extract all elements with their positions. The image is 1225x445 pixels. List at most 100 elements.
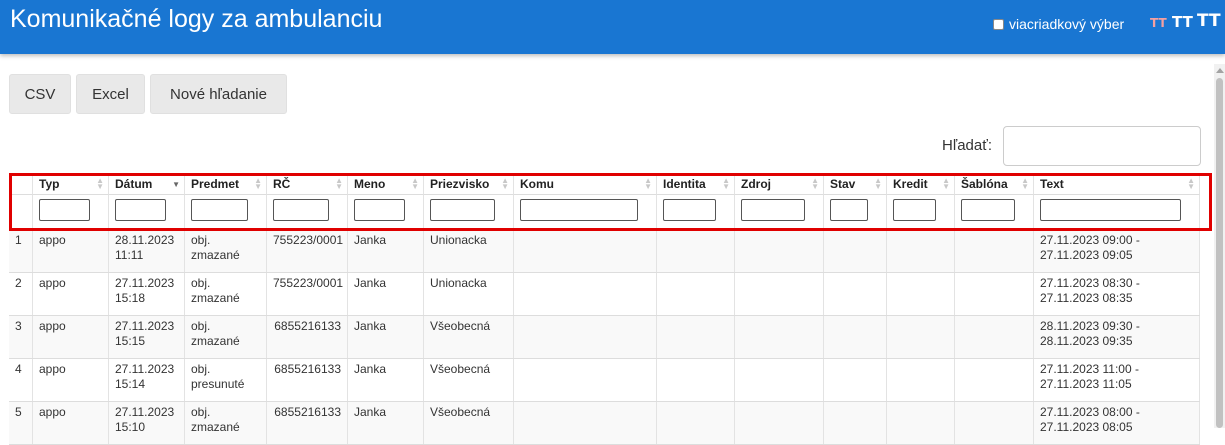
column-filter-input[interactable] bbox=[1040, 199, 1181, 221]
table-cell-typ: appo bbox=[33, 402, 109, 444]
column-header[interactable]: Identita ▲ ▼ bbox=[657, 175, 735, 195]
column-header-label: Predmet bbox=[191, 177, 240, 191]
sort-icon[interactable]: ▲ ▼ bbox=[335, 177, 343, 191]
search-input[interactable] bbox=[1003, 126, 1201, 166]
table-cell-sablona bbox=[955, 230, 1034, 272]
filter-cell bbox=[33, 195, 109, 228]
sort-icon[interactable]: ▲ ▼ bbox=[722, 177, 730, 191]
table-row[interactable]: 3 appo 27.11.2023 15:15 obj. zmazané 6855216… bbox=[9, 316, 1200, 359]
table-cell-rc: 755223/0001 bbox=[267, 230, 348, 272]
table-cell-stav bbox=[824, 402, 887, 444]
sort-icon[interactable]: ▲ ▼ bbox=[942, 177, 950, 191]
table-cell-identita bbox=[657, 402, 735, 444]
column-header[interactable]: Meno ▲ ▼ bbox=[348, 175, 424, 195]
table-cell-text: 27.11.2023 08:00 - 27.11.2023 08:05 bbox=[1034, 402, 1200, 444]
table-cell-stav bbox=[824, 359, 887, 401]
table-cell-predmet: obj. zmazané bbox=[185, 316, 267, 358]
column-filter-input[interactable] bbox=[430, 199, 495, 221]
table-cell-text: 28.11.2023 09:30 - 28.11.2023 09:35 bbox=[1034, 316, 1200, 358]
sort-icon[interactable]: ▲ ▼ bbox=[811, 177, 819, 191]
column-header[interactable]: RČ ▲ ▼ bbox=[267, 175, 348, 195]
sort-icon[interactable]: ▲ ▼ bbox=[1021, 177, 1029, 191]
page-title: Komunikačné logy za ambulanciu bbox=[10, 5, 383, 33]
excel-button[interactable]: Excel bbox=[76, 74, 145, 114]
column-header[interactable]: Typ ▲ ▼ bbox=[33, 175, 109, 195]
sort-icon[interactable]: ▲ ▼ bbox=[1187, 177, 1195, 191]
table-cell-komu bbox=[514, 230, 657, 272]
table-cell-priezvisko: Všeobecná bbox=[424, 316, 514, 358]
table-cell-rc: 755223/0001 bbox=[267, 273, 348, 315]
search-label: Hľadať: bbox=[942, 137, 993, 154]
column-header[interactable]: Dátum ▼ bbox=[109, 175, 185, 195]
column-filter-input[interactable] bbox=[741, 199, 805, 221]
sort-icon[interactable]: ▲ ▼ bbox=[254, 177, 262, 191]
table-cell-predmet: obj. zmazané bbox=[185, 273, 267, 315]
sort-desc-icon[interactable]: ▼ bbox=[172, 181, 180, 189]
column-filter-input[interactable] bbox=[354, 199, 405, 221]
multiselect-checkbox[interactable] bbox=[993, 18, 1004, 30]
table-filter-row bbox=[9, 195, 1200, 228]
column-header[interactable]: Komu ▲ ▼ bbox=[514, 175, 657, 195]
column-filter-input[interactable] bbox=[191, 199, 248, 221]
table-cell-rc: 6855216133 bbox=[267, 316, 348, 358]
column-filter-input[interactable] bbox=[663, 199, 716, 221]
column-filter-input[interactable] bbox=[830, 199, 868, 221]
column-header-label: Text bbox=[1040, 177, 1064, 191]
column-header-label: Identita bbox=[663, 177, 706, 191]
column-header[interactable]: Predmet ▲ ▼ bbox=[185, 175, 267, 195]
table-row[interactable]: 5 appo 27.11.2023 15:10 obj. zmazané 6855216… bbox=[9, 402, 1200, 445]
table-cell-kredit bbox=[887, 230, 955, 272]
column-header[interactable]: Kredit ▲ ▼ bbox=[887, 175, 955, 195]
table-cell-identita bbox=[657, 273, 735, 315]
font-size-small-icon[interactable]: TT bbox=[1150, 16, 1167, 30]
table-cell-komu bbox=[514, 359, 657, 401]
column-header-label: Kredit bbox=[893, 177, 928, 191]
table-cell-predmet: obj. zmazané bbox=[185, 230, 267, 272]
sort-icon[interactable]: ▲ ▼ bbox=[411, 177, 419, 191]
sort-icon[interactable]: ▲ ▼ bbox=[501, 177, 509, 191]
column-filter-input[interactable] bbox=[893, 199, 936, 221]
scroll-up-icon[interactable] bbox=[1216, 68, 1224, 73]
column-filter-input[interactable] bbox=[961, 199, 1015, 221]
sort-icon[interactable]: ▲ ▼ bbox=[96, 177, 104, 191]
csv-button[interactable]: CSV bbox=[9, 74, 71, 114]
table-cell-priezvisko: Všeobecná bbox=[424, 402, 514, 444]
vertical-scrollbar[interactable] bbox=[1214, 64, 1225, 428]
new-search-button[interactable]: Nové hľadanie bbox=[150, 74, 287, 114]
multiselect-toggle[interactable]: viacriadkový výber bbox=[993, 16, 1124, 32]
column-header-label: Typ bbox=[39, 177, 60, 191]
column-filter-input[interactable] bbox=[39, 199, 90, 221]
filter-cell bbox=[824, 195, 887, 228]
column-header[interactable]: Šablóna ▲ ▼ bbox=[955, 175, 1034, 195]
table-cell-num: 5 bbox=[9, 402, 33, 444]
table-cell-kredit bbox=[887, 402, 955, 444]
column-header[interactable]: Stav ▲ ▼ bbox=[824, 175, 887, 195]
column-header[interactable]: Priezvisko ▲ ▼ bbox=[424, 175, 514, 195]
sort-icon[interactable]: ▲ ▼ bbox=[874, 177, 882, 191]
column-filter-input[interactable] bbox=[115, 199, 166, 221]
sort-icon[interactable]: ▲ ▼ bbox=[644, 177, 652, 191]
table-row[interactable]: 2 appo 27.11.2023 15:18 obj. zmazané 755223/… bbox=[9, 273, 1200, 316]
table-cell-komu bbox=[514, 402, 657, 444]
filter-cell bbox=[887, 195, 955, 228]
table-cell-num: 4 bbox=[9, 359, 33, 401]
column-header[interactable]: Zdroj ▲ ▼ bbox=[735, 175, 824, 195]
column-header[interactable]: Text ▲ ▼ bbox=[1034, 175, 1200, 195]
font-size-large-icon[interactable]: TT bbox=[1197, 11, 1221, 31]
table-cell-text: 27.11.2023 09:00 - 27.11.2023 09:05 bbox=[1034, 230, 1200, 272]
table-cell-komu bbox=[514, 273, 657, 315]
table-cell-meno: Janka bbox=[348, 359, 424, 401]
table-row[interactable]: 1 appo 28.11.2023 11:11 obj. zmazané 755223/… bbox=[9, 230, 1200, 273]
column-header-label: Šablóna bbox=[961, 177, 1008, 191]
font-size-medium-icon[interactable]: TT bbox=[1172, 13, 1193, 31]
multiselect-label: viacriadkový výber bbox=[1009, 16, 1125, 32]
filter-cell bbox=[1034, 195, 1200, 228]
table-cell-priezvisko: Unionacka bbox=[424, 230, 514, 272]
scrollbar-thumb[interactable] bbox=[1216, 78, 1223, 428]
column-filter-input[interactable] bbox=[273, 199, 329, 221]
filter-cell bbox=[657, 195, 735, 228]
table-row[interactable]: 4 appo 27.11.2023 15:14 obj. presunuté 68552… bbox=[9, 359, 1200, 402]
table-cell-rc: 6855216133 bbox=[267, 359, 348, 401]
table-cell-zdroj bbox=[735, 402, 824, 444]
column-filter-input[interactable] bbox=[520, 199, 638, 221]
